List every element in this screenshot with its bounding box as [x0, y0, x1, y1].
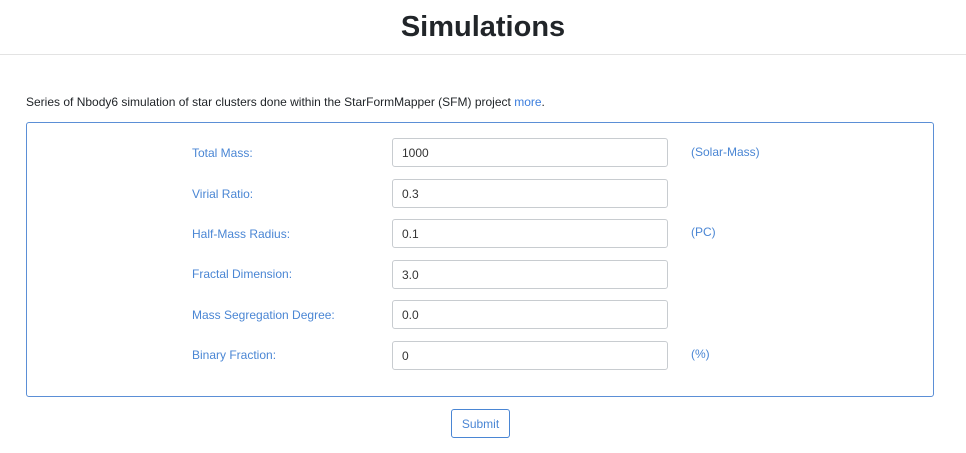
intro-text: Series of Nbody6 simulation of star clus… — [26, 95, 515, 109]
total-mass-label: Total Mass: — [192, 146, 253, 160]
more-link[interactable]: more — [514, 95, 541, 109]
submit-button[interactable]: Submit — [451, 409, 510, 438]
fractal-dimension-input[interactable] — [392, 260, 668, 289]
fractal-dimension-label: Fractal Dimension: — [192, 267, 293, 281]
virial-ratio-input[interactable] — [392, 179, 668, 208]
total-mass-input[interactable] — [392, 138, 668, 167]
half-mass-radius-input[interactable] — [392, 219, 668, 248]
page-title: Simulations — [400, 11, 566, 43]
page-header: Simulations — [0, 0, 966, 55]
mass-segregation-degree-input[interactable] — [392, 300, 668, 329]
intro-suffix: . — [541, 95, 545, 109]
binary-fraction-input[interactable] — [392, 341, 668, 370]
half-mass-radius-label: Half-Mass Radius: — [192, 227, 291, 241]
mass-segregation-degree-label: Mass Segregation Degree: — [192, 308, 335, 322]
binary-fraction-label: Binary Fraction: — [192, 348, 277, 362]
total-mass-unit: (Solar-Mass) — [691, 145, 760, 159]
virial-ratio-label: Virial Ratio: — [192, 187, 254, 201]
half-mass-radius-unit: (PC) — [691, 225, 716, 239]
intro-paragraph: Series of Nbody6 simulation of star clus… — [26, 94, 545, 110]
binary-fraction-unit: (%) — [691, 347, 710, 361]
